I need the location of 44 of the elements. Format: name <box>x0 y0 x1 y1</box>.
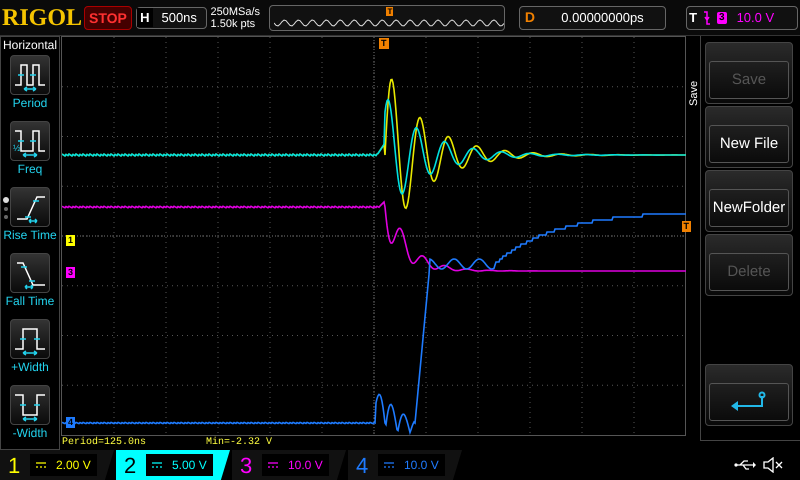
measure-label: -Width <box>12 425 48 441</box>
dc-coupling-icon <box>152 462 162 468</box>
measure-label: Rise Time <box>3 227 57 243</box>
half-label: ½ <box>13 144 21 153</box>
dc-coupling-icon <box>36 462 46 468</box>
measure-button[interactable]: ½ <box>10 121 50 161</box>
menu-button[interactable]: New File <box>705 106 793 168</box>
measure-label: Freq <box>18 161 42 177</box>
sample-rate: 250MSa/s <box>210 6 262 18</box>
run-state-button[interactable]: STOP <box>84 6 132 30</box>
measurement-readout: Period=125.0ns <box>62 438 146 448</box>
trigger-level-marker: T <box>682 221 691 232</box>
menu-button[interactable]: NewFolder <box>705 170 793 232</box>
memory-depth: 1.50k pts <box>210 18 256 30</box>
usb-icon <box>734 459 756 471</box>
measurement-readout: Min=-2.32 V <box>206 438 272 448</box>
trigger-position-marker: T <box>386 6 394 16</box>
mute-icon <box>762 457 784 473</box>
channel-marker: 4 <box>66 417 76 428</box>
dc-coupling-icon <box>384 462 394 468</box>
measure-button[interactable] <box>10 385 50 425</box>
dc-coupling-icon <box>268 462 278 468</box>
channel-scale-tab[interactable]: 3 10.0 V <box>232 450 346 480</box>
measure-label: +Width <box>11 359 49 375</box>
trigger-field[interactable]: T 3 10.0 V <box>686 6 798 30</box>
menu-title: Horizontal <box>2 37 58 53</box>
return-button[interactable] <box>705 364 793 426</box>
brand-logo: RIGOL <box>2 6 80 30</box>
measure-button[interactable] <box>10 187 50 227</box>
measure-button[interactable] <box>10 253 50 293</box>
channel-marker: 3 <box>66 267 76 278</box>
measure-button[interactable] <box>10 319 50 359</box>
trigger-marker: T <box>379 38 388 49</box>
delay-field[interactable]: D 0.00000000ps <box>518 6 666 30</box>
channel-scale-tab[interactable]: 4 10.0 V <box>348 450 462 480</box>
timebase-field[interactable]: H 500ns <box>136 6 207 28</box>
channel-marker: 1 <box>66 235 76 246</box>
measure-label: Period <box>12 95 48 111</box>
channel-scale-tab[interactable]: 2 5.00 V <box>116 450 230 480</box>
channel-scale-tab[interactable]: 1 2.00 V <box>0 450 114 480</box>
measure-label: Fall Time <box>6 293 54 309</box>
menu-title: Save <box>687 80 700 106</box>
falling-edge-icon <box>703 10 712 24</box>
measure-button[interactable] <box>10 55 50 95</box>
